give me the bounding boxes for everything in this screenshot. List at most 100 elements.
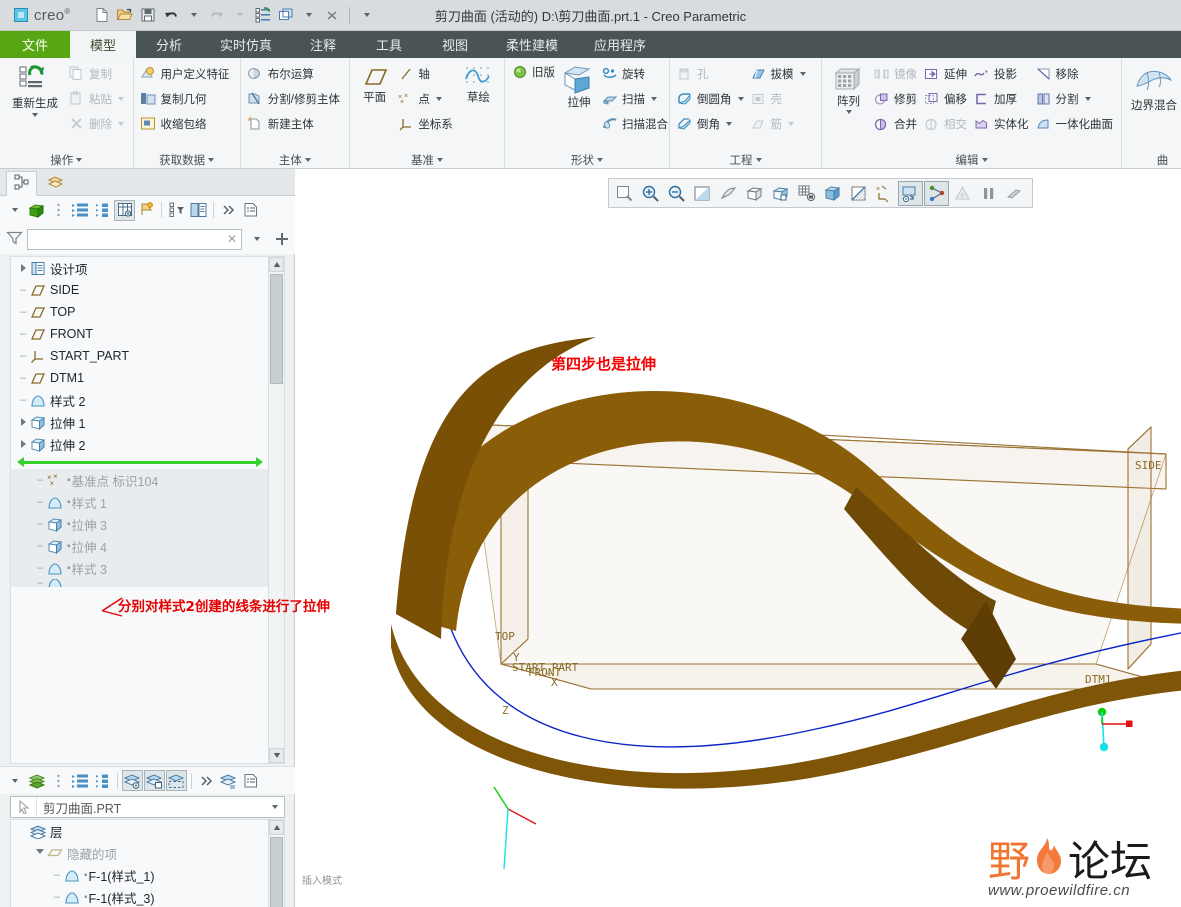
extend-button[interactable]: 延伸 [921,61,971,86]
intersect-button[interactable]: 相交 [921,111,971,136]
tree-row[interactable]: – ▪ F-1(样式_3) [11,886,269,907]
remove-button[interactable]: 移除 [1033,61,1118,86]
datum-group-label[interactable]: 基准 [354,151,500,168]
layer-more-icon[interactable] [48,770,69,791]
redo-dropdown-icon[interactable] [229,4,251,26]
editing-group-label[interactable]: 编辑 [826,151,1117,168]
chevron-double-right-icon[interactable] [218,200,239,221]
tree-row[interactable]: – ▪ 样式 3 [11,557,269,579]
model-tree-tab[interactable] [6,171,37,196]
get-data-group-label[interactable]: 获取数据 [138,151,236,168]
tab-annotation[interactable]: 注释 [290,31,356,58]
boolean-button[interactable]: 布尔运算 [245,61,344,86]
delete-dropdown-icon[interactable] [118,121,124,126]
chamfer-dropdown-icon[interactable] [726,121,732,126]
model-tree[interactable]: 设计项 – SIDE – TOP – FRONT – START_PART – DTM1 – 样式 2 拉… [10,256,285,764]
expand-triangle-icon[interactable] [17,262,29,274]
tree-row[interactable]: – START_PART [11,345,269,367]
tree-row[interactable]: – ▪ F-1(样式_1) [11,864,269,886]
tree-row[interactable]: – ▪ 拉伸 3 [11,513,269,535]
datum-plane-button[interactable]: 平面 [354,61,395,105]
shrinkwrap-button[interactable]: 收缩包络 [138,111,234,136]
window-icon[interactable] [275,4,297,26]
regenerate-icon[interactable] [252,4,274,26]
new-body-button[interactable]: 新建主体 [245,111,344,136]
layer-props-icon[interactable] [218,770,239,791]
legacy-button[interactable]: 旧版 [509,61,559,83]
boundary-blend-button[interactable]: 边界混合 [1126,61,1181,113]
paste-dropdown-icon[interactable] [118,96,124,101]
tab-view[interactable]: 视图 [422,31,488,58]
split-dropdown-icon[interactable] [1084,96,1091,101]
open-file-icon[interactable] [114,4,136,26]
split-trim-body-button[interactable]: 分割/修剪主体 [245,86,344,111]
sweep-button[interactable]: 扫描 [599,86,672,111]
insert-position-marker[interactable] [17,457,263,467]
chamfer-button[interactable]: 倒角 [674,111,748,136]
tree-row[interactable]: – DTM1 [11,367,269,389]
round-dropdown-icon[interactable] [737,96,744,101]
pattern-menu-icon[interactable] [845,110,852,114]
layer-scroll-thumb[interactable] [270,837,283,907]
layers-stack-icon[interactable] [26,770,47,791]
udf-button[interactable]: 用户定义特征 [138,61,234,86]
undo-dropdown-icon[interactable] [183,4,205,26]
scroll-up-arrow[interactable] [269,257,284,272]
pattern-button[interactable]: 阵列 [826,61,871,114]
tree-search-input[interactable]: ✕ [27,228,242,250]
expand-triangle-icon[interactable] [17,438,29,450]
merge-button[interactable]: 合并 [871,111,921,136]
tab-live-simulation[interactable]: 实时仿真 [202,31,290,58]
layer-info-icon[interactable] [240,770,261,791]
flag-icon[interactable] [136,200,157,221]
table-columns-icon[interactable] [114,199,135,221]
add-filter-icon[interactable] [271,229,292,250]
mirror-button[interactable]: 镜像 [871,61,921,86]
shapes-group-label[interactable]: 形状 [509,151,665,168]
tab-analysis[interactable]: 分析 [136,31,202,58]
body-group-label[interactable]: 主体 [245,151,345,168]
swept-blend-button[interactable]: 扫描混合 [599,111,672,136]
tab-applications[interactable]: 应用程序 [576,31,664,58]
tree-row[interactable]: 设计项 [11,257,269,279]
solidify-button[interactable]: 实体化 [971,111,1033,136]
layer-collapse-all-icon[interactable] [92,770,113,791]
copy-geometry-button[interactable]: 复制几何 [138,86,234,111]
tree-row[interactable]: 拉伸 1 [11,411,269,433]
thicken-button[interactable]: 加厚 [971,86,1033,111]
layer-select-icon[interactable] [166,770,187,791]
tab-file[interactable]: 文件 [0,31,70,58]
close-window-icon[interactable] [321,4,343,26]
sketch-button[interactable]: 草绘 [457,61,500,105]
round-button[interactable]: 倒圆角 [674,86,748,111]
shell-button[interactable]: 壳 [748,86,810,111]
scroll-down-arrow[interactable] [269,748,284,763]
coord-sys-button[interactable]: 坐标系 [395,111,457,136]
layer-isolate-icon[interactable] [144,770,165,791]
project-button[interactable]: 投影 [971,61,1033,86]
operations-group-label[interactable]: 操作 [4,151,129,168]
surfaces-group-label[interactable]: 曲 [1126,151,1177,168]
layer-tree-tab[interactable] [40,171,71,196]
datum-point-button[interactable]: × × × 点 [395,86,457,111]
scroll-thumb[interactable] [270,274,283,384]
layer-expand-all-icon[interactable] [70,770,91,791]
model-tree-scrollbar[interactable] [268,257,284,763]
layer-overflow-icon[interactable] [196,770,217,791]
offset-button[interactable]: 偏移 [921,86,971,111]
engineering-group-label[interactable]: 工程 [674,151,817,168]
layer-tree[interactable]: 层隐藏的项–▪F-1(样式_1)–▪F-1(样式_3)CSYS–CURVEDAT… [10,819,285,907]
tree-filter-icon[interactable] [166,200,187,221]
regenerate-button[interactable]: 重新生成 [4,61,66,117]
copy-button[interactable]: 复制 [66,61,128,86]
tree-row[interactable]: 拉伸 2 [11,433,269,455]
draft-button[interactable]: 拔模 [748,61,810,86]
list-collapse-icon[interactable] [92,200,113,221]
undo-icon[interactable] [160,4,182,26]
window-dropdown-icon[interactable] [298,4,320,26]
tree-row[interactable]: – ▪ 拉伸 4 [11,535,269,557]
tree-row-partial[interactable]: – [11,579,269,587]
tree-row[interactable]: 隐藏的项 [11,842,269,864]
unified-surface-button[interactable]: 一体化曲面 [1033,111,1118,136]
tree-row[interactable]: – × × × ▪ 基准点 标识104 [11,469,269,491]
